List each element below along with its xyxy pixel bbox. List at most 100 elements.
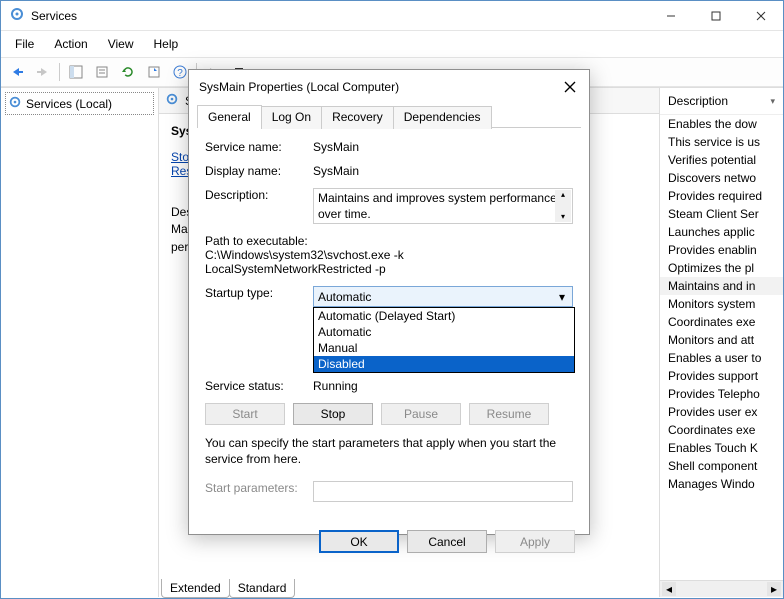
- value-display-name: SysMain: [313, 164, 573, 178]
- menu-view[interactable]: View: [100, 33, 142, 55]
- start-button: Start: [205, 403, 285, 425]
- description-box[interactable]: Maintains and improves system performanc…: [313, 188, 573, 224]
- list-item[interactable]: Enables Touch K: [660, 439, 783, 457]
- scroll-down-icon[interactable]: ▾: [561, 212, 565, 222]
- service-control-buttons: Start Stop Pause Resume: [205, 403, 573, 425]
- gear-icon: [8, 95, 22, 112]
- description-column: Description ▾ Enables the dowThis servic…: [659, 88, 783, 597]
- list-item[interactable]: Provides enablin: [660, 241, 783, 259]
- menu-action[interactable]: Action: [46, 33, 95, 55]
- menu-file[interactable]: File: [7, 33, 42, 55]
- tab-logon[interactable]: Log On: [261, 106, 322, 129]
- menu-help[interactable]: Help: [146, 33, 187, 55]
- list-item[interactable]: Enables the dow: [660, 115, 783, 133]
- maximize-button[interactable]: [693, 1, 738, 30]
- label-description: Description:: [205, 188, 313, 202]
- properties-button[interactable]: [90, 60, 114, 84]
- list-item[interactable]: Manages Windo: [660, 475, 783, 493]
- list-item[interactable]: Maintains and in: [660, 277, 783, 295]
- tab-dependencies[interactable]: Dependencies: [393, 106, 492, 129]
- list-item[interactable]: Monitors system: [660, 295, 783, 313]
- list-item[interactable]: This service is us: [660, 133, 783, 151]
- svg-text:?: ?: [177, 68, 183, 79]
- toolbar-separator: [59, 63, 60, 81]
- chevron-down-icon: ▾: [770, 96, 775, 107]
- option-automatic[interactable]: Automatic: [314, 324, 574, 340]
- list-item[interactable]: Shell component: [660, 457, 783, 475]
- description-scrollbar[interactable]: ▴ ▾: [555, 190, 571, 222]
- label-startup-type: Startup type:: [205, 286, 313, 300]
- scroll-right-icon[interactable]: ▸: [767, 582, 781, 596]
- value-service-status: Running: [313, 379, 573, 393]
- list-item[interactable]: Coordinates exe: [660, 313, 783, 331]
- resume-button: Resume: [469, 403, 549, 425]
- dialog-close-button[interactable]: [561, 78, 579, 96]
- list-item[interactable]: Coordinates exe: [660, 421, 783, 439]
- startup-type-combo[interactable]: Automatic ▾: [313, 286, 573, 307]
- export-button[interactable]: [142, 60, 166, 84]
- tab-extended[interactable]: Extended: [161, 579, 230, 598]
- refresh-button[interactable]: [116, 60, 140, 84]
- dialog-title: SysMain Properties (Local Computer): [199, 80, 561, 94]
- startup-type-dropdown: Automatic (Delayed Start) Automatic Manu…: [313, 307, 575, 373]
- apply-button: Apply: [495, 530, 575, 553]
- ok-button[interactable]: OK: [319, 530, 399, 553]
- gear-icon: [165, 92, 179, 109]
- label-display-name: Display name:: [205, 164, 313, 178]
- dialog-body: Service name: SysMain Display name: SysM…: [189, 128, 589, 520]
- tab-general[interactable]: General: [197, 105, 262, 128]
- titlebar: Services: [1, 1, 783, 31]
- list-item[interactable]: Provides support: [660, 367, 783, 385]
- dialog-tabs: General Log On Recovery Dependencies: [197, 104, 581, 128]
- column-header[interactable]: Description ▾: [660, 88, 783, 115]
- option-manual[interactable]: Manual: [314, 340, 574, 356]
- scroll-left-icon[interactable]: ◂: [662, 582, 676, 596]
- list-item[interactable]: Provides user ex: [660, 403, 783, 421]
- scroll-up-icon[interactable]: ▴: [561, 190, 565, 200]
- tab-recovery[interactable]: Recovery: [321, 106, 394, 129]
- value-service-name: SysMain: [313, 140, 573, 154]
- chevron-down-icon: ▾: [556, 290, 568, 304]
- start-params-input[interactable]: [313, 481, 573, 502]
- label-path: Path to executable:: [205, 234, 573, 248]
- list-item[interactable]: Provides Telepho: [660, 385, 783, 403]
- option-delayed[interactable]: Automatic (Delayed Start): [314, 308, 574, 324]
- minimize-button[interactable]: [648, 1, 693, 30]
- value-path: C:\Windows\system32\svchost.exe -k Local…: [205, 248, 573, 276]
- label-start-params: Start parameters:: [205, 481, 313, 495]
- list-item[interactable]: Steam Client Ser: [660, 205, 783, 223]
- value-description: Maintains and improves system performanc…: [318, 191, 557, 221]
- label-service-status: Service status:: [205, 379, 313, 393]
- tree-root-services[interactable]: Services (Local): [5, 92, 154, 115]
- pause-button: Pause: [381, 403, 461, 425]
- close-button[interactable]: [738, 1, 783, 30]
- window-title: Services: [31, 9, 648, 23]
- cancel-button[interactable]: Cancel: [407, 530, 487, 553]
- tree-pane: Services (Local): [1, 88, 159, 597]
- option-disabled[interactable]: Disabled: [314, 356, 574, 372]
- list-item[interactable]: Optimizes the pl: [660, 259, 783, 277]
- back-button[interactable]: [5, 60, 29, 84]
- tree-root-label: Services (Local): [26, 97, 112, 111]
- list-item[interactable]: Monitors and att: [660, 331, 783, 349]
- list-item[interactable]: Provides required: [660, 187, 783, 205]
- horizontal-scrollbar[interactable]: ◂ ▸: [660, 580, 783, 597]
- list-item[interactable]: Launches applic: [660, 223, 783, 241]
- show-hide-button[interactable]: [64, 60, 88, 84]
- forward-button[interactable]: [31, 60, 55, 84]
- column-header-label: Description: [668, 94, 728, 108]
- menubar: File Action View Help: [1, 31, 783, 57]
- startup-type-value: Automatic: [318, 290, 371, 304]
- tab-standard[interactable]: Standard: [229, 579, 296, 598]
- list-item[interactable]: Verifies potential: [660, 151, 783, 169]
- stop-button[interactable]: Stop: [293, 403, 373, 425]
- dialog-titlebar: SysMain Properties (Local Computer): [189, 70, 589, 104]
- label-service-name: Service name:: [205, 140, 313, 154]
- dialog-footer: OK Cancel Apply: [189, 520, 589, 563]
- list-item[interactable]: Enables a user to: [660, 349, 783, 367]
- view-tabs: Extended Standard: [161, 579, 294, 598]
- start-params-hint: You can specify the start parameters tha…: [205, 435, 573, 467]
- services-icon: [9, 6, 25, 25]
- list-item[interactable]: Discovers netwo: [660, 169, 783, 187]
- description-list[interactable]: Enables the dowThis service is usVerifie…: [660, 115, 783, 580]
